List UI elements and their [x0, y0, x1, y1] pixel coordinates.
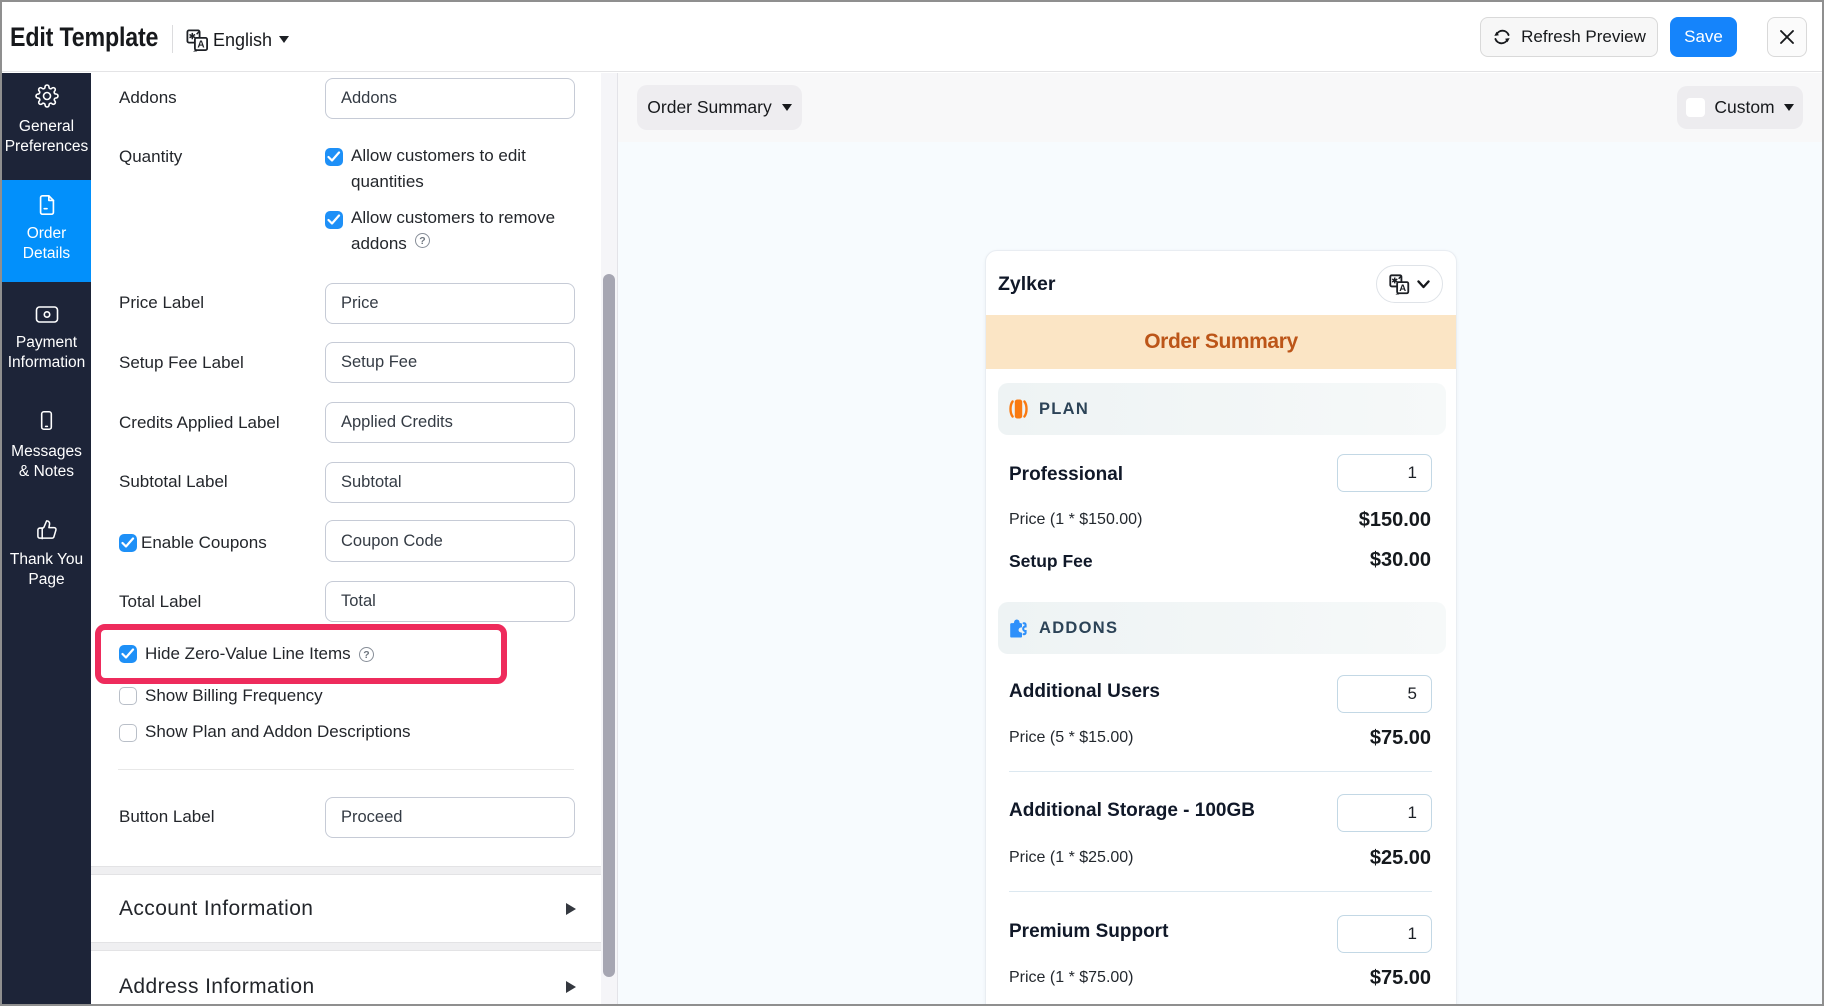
svg-text:A: A	[1399, 283, 1406, 294]
svg-text:A: A	[197, 40, 204, 51]
